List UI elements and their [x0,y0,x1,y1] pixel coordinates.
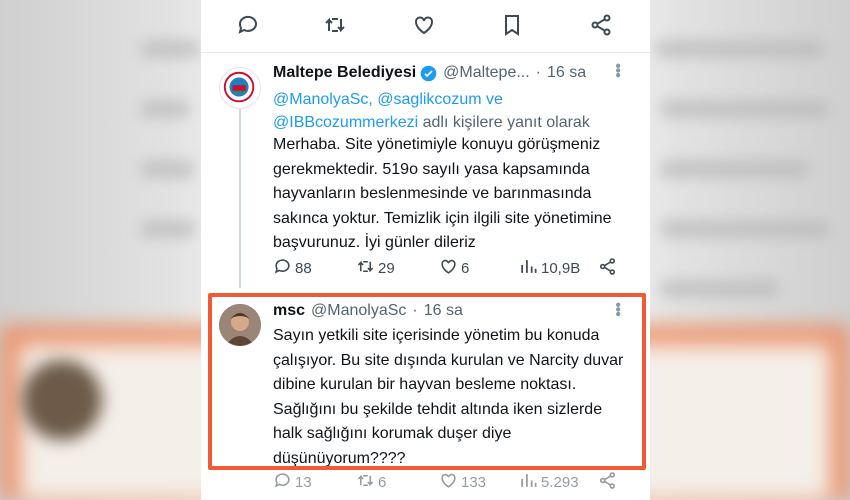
top-action-bar [201,0,650,52]
tweet-metrics: 88 29 6 10,9B [273,257,633,281]
like-count[interactable]: 6 [439,257,469,280]
view-count-value: 5.293 [541,474,579,491]
separator: · [535,64,541,81]
retweet-count-value: 29 [378,260,395,277]
share-icon[interactable] [589,13,615,39]
retweet-count-value: 6 [378,474,387,491]
share-icon[interactable] [598,257,620,276]
like-count-value: 6 [461,260,470,277]
timestamp[interactable]: 16 sa [547,64,586,82]
retweet-icon [356,471,378,494]
backdrop-blur [660,280,780,298]
divider [201,52,650,53]
more-options-icon[interactable]: ••• [608,63,626,77]
avatar[interactable] [219,67,261,109]
tweet-text: Merhaba. Site yönetimiyle konuyu görüşme… [273,136,612,251]
backdrop-blur [140,160,195,178]
like-icon [439,257,461,280]
backdrop-blur [660,220,830,238]
backdrop-blur [140,220,195,238]
author-name[interactable]: Maltepe Belediyesi [273,64,416,82]
like-count-value: 133 [461,474,487,491]
retweet-icon[interactable] [323,13,349,39]
reply-count[interactable]: 13 [273,471,312,494]
share-icon[interactable] [598,471,620,490]
retweet-icon [356,257,378,280]
backdrop-blur [655,40,825,58]
reply-suffix: adlı kişilere yanıt olarak [422,114,590,131]
reply-icon [273,257,295,280]
reply-icon [273,471,295,494]
tweet-metrics: 13 6 133 5.293 [273,471,633,495]
backdrop-avatar [22,360,102,440]
views-icon [519,471,541,494]
backdrop-blur [140,40,200,58]
like-icon[interactable] [412,13,438,39]
reply-context: @ManolyaSc, @saglikcozum ve @IBBcozummer… [273,88,633,134]
thread-line [239,108,241,288]
backdrop-blur [140,100,190,118]
view-count[interactable]: 10,9B [519,257,580,280]
backdrop-blur [660,100,830,118]
verified-badge-icon [420,65,437,82]
reply-count[interactable]: 88 [273,257,312,280]
backdrop-blur [660,160,810,178]
reply-icon[interactable] [236,13,262,39]
view-count-value: 10,9B [541,260,581,277]
author-handle[interactable]: @Maltepe... [443,64,530,82]
highlight-box [208,293,646,470]
views-icon [519,257,541,280]
view-count[interactable]: 5.293 [519,471,579,494]
reply-count-value: 88 [295,260,312,277]
retweet-count[interactable]: 6 [356,471,386,494]
tweet-header: Maltepe Belediyesi @Maltepe... · 16 sa [273,64,586,82]
like-count[interactable]: 133 [439,471,486,494]
like-icon [439,471,461,494]
retweet-count[interactable]: 29 [356,257,395,280]
bookmark-icon[interactable] [500,13,526,39]
reply-count-value: 13 [295,474,312,491]
